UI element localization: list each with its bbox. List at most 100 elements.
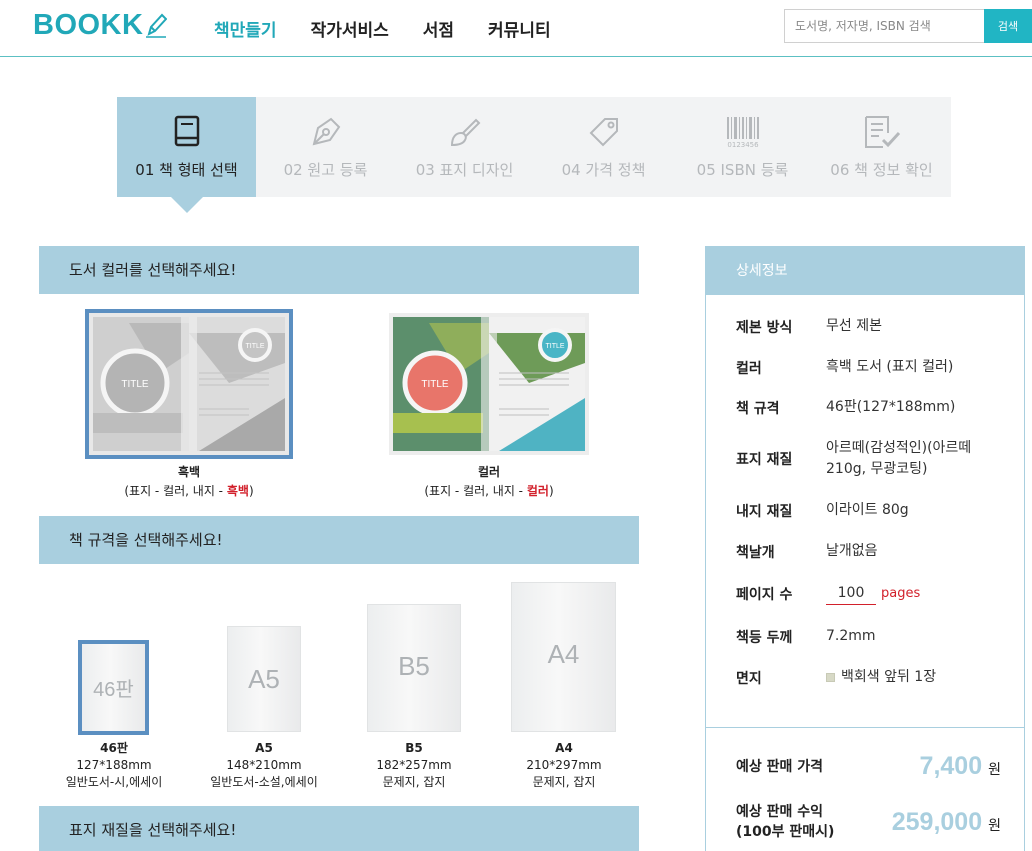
step-02-manuscript[interactable]: 02 원고 등록 <box>256 97 395 197</box>
nav-item-author-service[interactable]: 작가서비스 <box>311 16 389 41</box>
color-option-color[interactable]: TITLE TITLE <box>389 313 589 455</box>
size-dims: 148*210mm <box>226 758 302 772</box>
revenue-value: 259,000 <box>891 807 983 836</box>
step-04-price-policy[interactable]: 04 가격 정책 <box>534 97 673 197</box>
desc-suffix: ) <box>248 484 254 498</box>
endpaper-value: 백회색 앞뒤 1장 <box>841 669 937 685</box>
step-06-book-info[interactable]: 06 책 정보 확인 <box>812 97 951 197</box>
size-option-a4[interactable]: A4 <box>511 582 616 732</box>
size-caption-b5: B5 182*257mm 문제지, 잡지 <box>339 740 489 791</box>
barcode-icon: 0123456 <box>726 117 759 149</box>
color-option-desc: (표지 - 컬러, 내지 - 컬러) <box>379 482 599 499</box>
detail-panel-title: 상세정보 <box>706 247 1024 295</box>
info-key: 면지 <box>736 670 762 687</box>
size-code: A5 <box>248 663 280 694</box>
info-key: 컬러 <box>736 360 762 377</box>
step-label: 04 가격 정책 <box>561 161 646 179</box>
price-unit: 원 <box>988 762 1001 778</box>
desc-highlight: 컬러 <box>526 484 549 498</box>
step-03-cover-design[interactable]: 03 표지 디자인 <box>395 97 534 197</box>
size-dims: 127*188mm <box>76 758 152 772</box>
color-option-mono[interactable]: TITLE TITLE <box>85 309 293 459</box>
size-use: 일반도서-시,에세이 <box>65 775 163 789</box>
info-color: 컬러 흑백 도서 (표지 컬러) <box>736 357 1001 378</box>
step-label: 06 책 정보 확인 <box>830 161 933 179</box>
price-tag-icon <box>589 118 618 147</box>
info-value: 무선 제본 <box>826 318 882 334</box>
size-option-b5[interactable]: B5 <box>367 604 461 732</box>
brush-icon <box>450 118 480 147</box>
info-flap: 책날개 날개없음 <box>736 541 1001 562</box>
color-option-title: 컬러 <box>477 465 501 479</box>
size-dims: 182*257mm <box>376 758 452 772</box>
size-name: A5 <box>255 741 273 755</box>
step-01-book-type[interactable]: 01 책 형태 선택 <box>117 97 256 197</box>
pages-unit: pages <box>881 586 921 601</box>
info-inner-material: 내지 재질 이라이트 80g <box>736 500 1001 521</box>
size-name: 46판 <box>100 741 128 755</box>
size-use: 일반도서-소설,에세이 <box>210 775 318 789</box>
size-caption-a4: A4 210*297mm 문제지, 잡지 <box>489 740 639 791</box>
desc-prefix: (표지 - 컬러, 내지 - <box>424 484 527 498</box>
size-caption-a5: A5 148*210mm 일반도서-소설,에세이 <box>189 740 339 791</box>
info-value: 46판(127*188mm) <box>826 399 956 415</box>
detail-panel: 상세정보 제본 방식 무선 제본 컬러 흑백 도서 (표지 컬러) 책 규격 4… <box>705 246 1025 851</box>
search-input[interactable] <box>784 9 984 43</box>
info-endpaper: 면지 백회색 앞뒤 1장 <box>736 667 1001 688</box>
info-value: 이라이트 80g <box>826 502 909 518</box>
desc-prefix: (표지 - 컬러, 내지 - <box>124 484 227 498</box>
step-05-isbn[interactable]: 0123456 05 ISBN 등록 <box>673 97 812 197</box>
size-code: B5 <box>398 651 430 681</box>
size-code: 46판 <box>93 679 134 701</box>
size-code: A4 <box>547 639 580 669</box>
info-value: 흑백 도서 (표지 컬러) <box>826 359 954 375</box>
info-key: 내지 재질 <box>736 503 793 520</box>
size-name: B5 <box>405 741 423 755</box>
expected-revenue: 예상 판매 수익 (100부 판매시) 259,000 원 <box>736 802 1001 842</box>
search-button[interactable]: 검색 <box>984 9 1032 43</box>
book-icon <box>174 115 199 147</box>
info-key: 페이지 수 <box>736 587 793 603</box>
info-value: 아르떼(감성적인)(아르떼 210g, 무광코팅) <box>826 440 972 477</box>
info-key: 제본 방식 <box>736 319 793 336</box>
info-value: 7.2mm <box>826 628 876 644</box>
bookk-logo[interactable]: BOOKK <box>33 8 168 42</box>
step-label: 05 ISBN 등록 <box>696 161 789 179</box>
panel-divider <box>706 727 1024 728</box>
step-label: 03 표지 디자인 <box>415 161 514 179</box>
nav-item-make-book[interactable]: 책만들기 <box>214 16 277 41</box>
size-use: 문제지, 잡지 <box>382 775 446 789</box>
checklist-icon <box>864 116 900 148</box>
expected-price: 예상 판매 가격 7,400 원 <box>736 752 1001 781</box>
logo-text: BOOKK <box>33 8 144 41</box>
nav-item-bookstore[interactable]: 서점 <box>423 16 454 41</box>
info-cover-material: 표지 재질 아르떼(감성적인)(아르떼 210g, 무광코팅) <box>736 438 1001 480</box>
color-book-preview: TITLE TITLE <box>389 313 589 455</box>
info-page-count: 페이지 수 100 pages <box>736 583 1001 605</box>
barcode-number: 0123456 <box>727 141 759 149</box>
info-key: 표지 재질 <box>736 452 793 468</box>
size-caption-46: 46판 127*188mm 일반도서-시,에세이 <box>39 740 189 791</box>
page-count-input[interactable]: 100 <box>826 583 876 605</box>
revenue-label-line2: (100부 판매시) <box>736 824 835 840</box>
desc-suffix: ) <box>548 484 554 498</box>
revenue-label-line1: 예상 판매 수익 <box>736 804 824 820</box>
progress-steps: 01 책 형태 선택 02 원고 등록 03 표지 디자인 04 가격 정책 0… <box>117 97 951 197</box>
price-label: 예상 판매 가격 <box>736 758 824 775</box>
active-step-pointer <box>171 197 203 213</box>
revenue-value-group: 259,000 원 <box>892 808 1001 837</box>
info-key: 책날개 <box>736 544 775 561</box>
size-section-header: 책 규격을 선택해주세요! <box>39 516 639 564</box>
endpaper-swatch <box>826 672 835 682</box>
size-option-46[interactable]: 46판 <box>78 640 149 735</box>
info-binding: 제본 방식 무선 제본 <box>736 316 1001 337</box>
desc-highlight: 흑백 <box>226 484 249 498</box>
color-section-header: 도서 컬러를 선택해주세요! <box>39 246 639 294</box>
mock-title-left: TITLE <box>121 379 149 390</box>
pen-nib-icon <box>312 117 340 146</box>
mock-title-right: TITLE <box>245 343 264 350</box>
size-option-a5[interactable]: A5 <box>227 626 301 732</box>
size-use: 문제지, 잡지 <box>532 775 596 789</box>
nav-item-community[interactable]: 커뮤니티 <box>488 16 551 41</box>
site-header: BOOKK 책만들기 작가서비스 서점 커뮤니티 검색 <box>0 0 1032 57</box>
